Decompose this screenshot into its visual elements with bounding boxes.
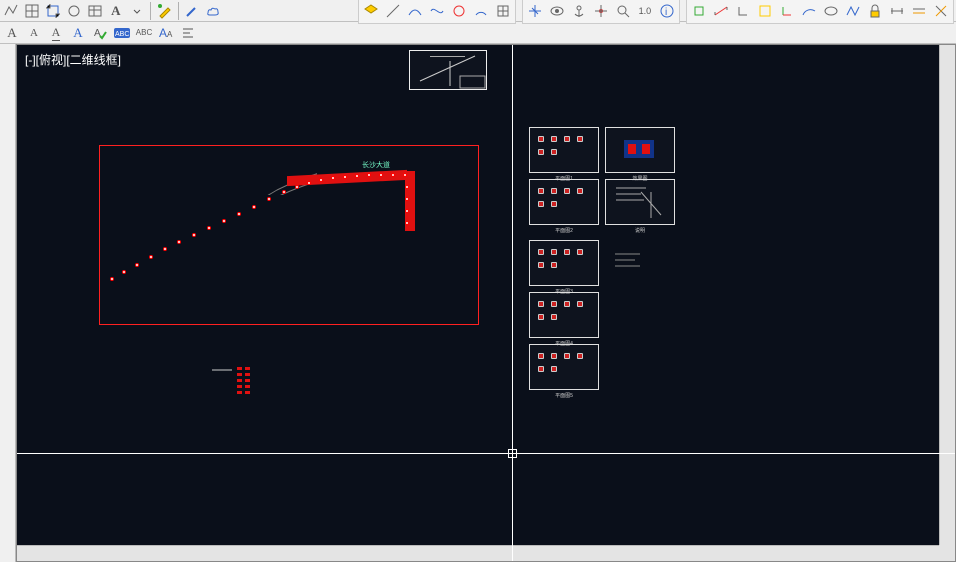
- ortho-icon[interactable]: [733, 1, 753, 21]
- svg-text:A: A: [159, 26, 167, 40]
- inspect-icon[interactable]: [613, 1, 633, 21]
- about-icon[interactable]: i: [657, 1, 677, 21]
- arc-tool-icon[interactable]: [799, 1, 819, 21]
- svg-text:ABC: ABC: [115, 31, 129, 38]
- snap-icon[interactable]: [689, 1, 709, 21]
- pencil-draw-icon[interactable]: [155, 1, 174, 21]
- region-icon[interactable]: [65, 1, 84, 21]
- dropdown-icon[interactable]: [127, 1, 146, 21]
- table-icon[interactable]: [86, 1, 105, 21]
- cursor-pickbox: [508, 449, 517, 458]
- sheet-thumb-5: 平面图3: [529, 240, 599, 286]
- center-icon[interactable]: [591, 1, 611, 21]
- layer-icon[interactable]: [361, 1, 381, 21]
- legend-block: [207, 365, 277, 405]
- circle-icon[interactable]: [449, 1, 469, 21]
- check-text-icon[interactable]: A: [90, 23, 110, 43]
- horizontal-scrollbar[interactable]: [17, 545, 939, 561]
- left-tool-strip: [0, 44, 16, 562]
- sheet-aux-text: [615, 250, 645, 283]
- group-panel-3: [686, 0, 954, 24]
- eye-icon[interactable]: [547, 1, 567, 21]
- align-text-icon[interactable]: [178, 23, 198, 43]
- dim-tool-icon[interactable]: [887, 1, 907, 21]
- scale-text-icon[interactable]: AA: [156, 23, 176, 43]
- pline-tool-icon[interactable]: [843, 1, 863, 21]
- svg-text:A: A: [167, 30, 173, 39]
- trim-icon[interactable]: [931, 1, 951, 21]
- sheet-thumb-1: 平面图1: [529, 127, 599, 173]
- sheet-thumb-2: 效果图: [605, 127, 675, 173]
- group-panel-2: 1.0 i: [522, 0, 680, 24]
- anchor-icon[interactable]: [569, 1, 589, 21]
- mesh-icon[interactable]: [493, 1, 513, 21]
- move3d-icon[interactable]: [525, 1, 545, 21]
- sheet-thumb-3: 平面图2: [529, 179, 599, 225]
- vertical-scrollbar[interactable]: [939, 45, 955, 545]
- hatch-icon[interactable]: [23, 1, 42, 21]
- text-a-icon[interactable]: A: [106, 1, 125, 21]
- scroll-corner: [939, 545, 955, 561]
- sheet-thumb-6: 平面图4: [529, 292, 599, 338]
- spline-icon[interactable]: [427, 1, 447, 21]
- polyline-icon[interactable]: [2, 1, 21, 21]
- sheet-thumb-7: 平面图5: [529, 344, 599, 390]
- text-a2-icon[interactable]: A: [24, 23, 44, 43]
- measure-icon[interactable]: [711, 1, 731, 21]
- crop-icon[interactable]: [44, 1, 63, 21]
- offset-icon[interactable]: [909, 1, 929, 21]
- underline-icon[interactable]: A: [46, 23, 66, 43]
- abc-spell-icon[interactable]: ABC: [112, 23, 132, 43]
- lock-icon[interactable]: [865, 1, 885, 21]
- abc-find-icon[interactable]: ABC: [134, 23, 154, 43]
- cloud-rev-icon[interactable]: [204, 1, 223, 21]
- toolbar-row-2: A A A A A ABC ABC AA: [0, 22, 956, 44]
- curve-icon[interactable]: [405, 1, 425, 21]
- arc-icon[interactable]: [471, 1, 491, 21]
- ucs-icon[interactable]: [777, 1, 797, 21]
- crosshair-vertical: [512, 45, 513, 561]
- box-icon[interactable]: [755, 1, 775, 21]
- viewport-label[interactable]: [-][俯视][二维线框]: [25, 51, 121, 68]
- line2-icon[interactable]: [383, 1, 403, 21]
- text-a-icon[interactable]: A: [2, 23, 22, 43]
- selection-window: [99, 145, 479, 325]
- mtext-icon[interactable]: A: [68, 23, 88, 43]
- sheet-thumb-4: 说明: [605, 179, 675, 225]
- ellipse-icon[interactable]: [821, 1, 841, 21]
- pen-shape-icon[interactable]: [183, 1, 202, 21]
- model-space-viewport[interactable]: [-][俯视][二维线框] …… …… 长沙大道: [16, 44, 956, 562]
- toolbar-row-1: A 1.0 i: [0, 0, 956, 22]
- title-block-preview: [409, 50, 487, 90]
- group-panel-1: [358, 0, 516, 24]
- units-icon[interactable]: 1.0: [635, 1, 655, 21]
- crosshair-horizontal: [17, 453, 955, 454]
- svg-text:i: i: [665, 7, 667, 18]
